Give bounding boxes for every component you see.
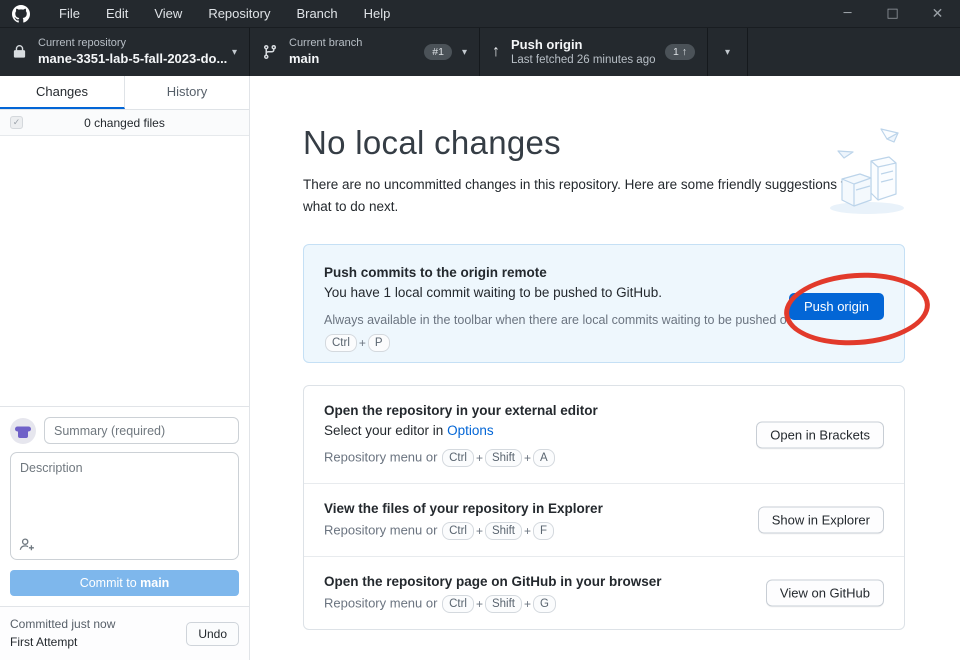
suggestion-card-editor: Open the repository in your external edi…: [304, 386, 904, 484]
close-button[interactable]: ✕: [915, 0, 960, 28]
card-push-shortcut: Ctrl+P: [324, 334, 884, 352]
keycap-ctrl: Ctrl: [442, 595, 474, 613]
commit-to-main-button[interactable]: Commit to main: [10, 570, 239, 596]
suggestion-list: Open the repository in your external edi…: [303, 385, 905, 630]
card-explorer-note: Repository menu or: [324, 523, 441, 538]
no-changes-illustration: [826, 124, 910, 221]
suggestion-card-github: Open the repository page on GitHub in yo…: [304, 557, 904, 629]
chevron-down-icon: ▾: [462, 47, 467, 58]
repository-switcher[interactable]: Current repository mane-3351-lab-5-fall-…: [0, 28, 250, 76]
commit-button-prefix: Commit to: [80, 576, 140, 590]
page-subtitle: There are no uncommitted changes in this…: [303, 174, 863, 217]
push-options-dropdown[interactable]: ▾: [708, 28, 748, 76]
ahead-count-badge: 1 ↑: [665, 44, 695, 60]
minimize-button[interactable]: ─: [825, 0, 870, 28]
menu-item-help[interactable]: Help: [351, 0, 404, 28]
changed-files-row: ✓ 0 changed files: [0, 110, 249, 136]
card-editor-title: Open the repository in your external edi…: [324, 403, 884, 418]
tab-history[interactable]: History: [125, 76, 249, 109]
push-origin-toolbar-button[interactable]: ↑ Push origin Last fetched 26 minutes ag…: [480, 28, 708, 76]
select-all-checkbox[interactable]: ✓: [10, 116, 23, 129]
sidebar-tabs: Changes History: [0, 76, 249, 110]
options-link[interactable]: Options: [447, 423, 494, 438]
window-controls: ─ □ ✕: [825, 0, 960, 28]
menu-bar: File Edit View Repository Branch Help ─ …: [0, 0, 960, 28]
card-github-note: Repository menu or: [324, 596, 441, 611]
last-commit-name: First Attempt: [10, 634, 115, 651]
keycap-shift: Shift: [485, 449, 522, 467]
undo-commit-bar: Committed just now First Attempt Undo: [0, 606, 249, 660]
main-content: No local changes There are no uncommitte…: [250, 76, 960, 660]
keycap-g: G: [533, 595, 556, 613]
key-plus: +: [524, 597, 531, 611]
lock-icon: [12, 44, 27, 60]
key-plus: +: [524, 451, 531, 465]
pull-request-badge: #1: [424, 44, 452, 60]
card-editor-note: Repository menu or: [324, 450, 441, 465]
branch-switcher-text: Current branch main: [289, 37, 362, 67]
show-in-explorer-button[interactable]: Show in Explorer: [758, 507, 884, 534]
commit-form: Commit to main: [0, 406, 249, 606]
commit-status-text: Committed just now: [10, 616, 115, 633]
sidebar: Changes History ✓ 0 changed files Commit…: [0, 76, 250, 660]
keycap-ctrl: Ctrl: [442, 449, 474, 467]
card-editor-body-prefix: Select your editor in: [324, 423, 447, 438]
maximize-button[interactable]: □: [870, 0, 915, 28]
menu-item-edit[interactable]: Edit: [93, 0, 141, 28]
view-on-github-button[interactable]: View on GitHub: [766, 580, 884, 607]
branch-label: Current branch: [289, 37, 362, 51]
person-add-icon: [19, 536, 35, 552]
toolbar-filler: [748, 28, 960, 76]
summary-input[interactable]: [44, 417, 239, 444]
menu-item-view[interactable]: View: [141, 0, 195, 28]
key-plus: +: [476, 451, 483, 465]
repository-name: mane-3351-lab-5-fall-2023-do...: [38, 51, 227, 67]
add-co-authors-button[interactable]: [19, 536, 35, 552]
menu-item-branch[interactable]: Branch: [283, 0, 350, 28]
keycap-f: F: [533, 522, 554, 540]
suggestion-card-explorer: View the files of your repository in Exp…: [304, 484, 904, 557]
avatar: [10, 418, 36, 444]
key-plus: +: [524, 524, 531, 538]
keycap-ctrl: Ctrl: [325, 334, 357, 352]
keycap-p: P: [368, 334, 390, 352]
keycap-shift: Shift: [485, 595, 522, 613]
keycap-ctrl: Ctrl: [442, 522, 474, 540]
keycap-shift: Shift: [485, 522, 522, 540]
push-origin-label: Push origin: [511, 37, 656, 53]
chevron-down-icon: ▾: [232, 47, 237, 58]
repository-switcher-text: Current repository mane-3351-lab-5-fall-…: [38, 37, 227, 67]
branch-switcher[interactable]: Current branch main #1 ▾: [250, 28, 480, 76]
suggestion-card-push: Push commits to the origin remote You ha…: [303, 244, 905, 363]
chevron-down-icon: ▾: [725, 47, 730, 58]
card-editor-shortcut: Repository menu or Ctrl+Shift+A: [324, 449, 884, 467]
undo-button[interactable]: Undo: [186, 622, 239, 646]
keycap-a: A: [533, 449, 555, 467]
last-fetched-status: Last fetched 26 minutes ago: [511, 53, 656, 67]
github-logo-icon: [12, 5, 30, 23]
push-origin-button[interactable]: Push origin: [789, 293, 884, 320]
push-origin-text: Push origin Last fetched 26 minutes ago: [511, 37, 656, 68]
changes-list-empty-area: [0, 136, 249, 406]
toolbar: Current repository mane-3351-lab-5-fall-…: [0, 28, 960, 76]
menu-item-file[interactable]: File: [46, 0, 93, 28]
open-in-brackets-button[interactable]: Open in Brackets: [756, 421, 884, 448]
check-icon: ✓: [13, 118, 21, 127]
tab-changes[interactable]: Changes: [0, 76, 125, 109]
commit-button-branch: main: [140, 576, 169, 590]
menu-item-repository[interactable]: Repository: [195, 0, 283, 28]
key-plus: +: [476, 597, 483, 611]
card-push-title: Push commits to the origin remote: [324, 265, 884, 280]
changed-files-count: 0 changed files: [0, 116, 249, 130]
arrow-up-icon: ↑: [492, 44, 500, 60]
description-input[interactable]: [10, 452, 239, 560]
git-branch-icon: [262, 44, 278, 60]
key-plus: +: [359, 336, 366, 350]
branch-name: main: [289, 51, 362, 67]
repository-label: Current repository: [38, 37, 227, 51]
key-plus: +: [476, 524, 483, 538]
github-desktop-window: { "icons": { "chevron_down": "▾", "arrow…: [0, 0, 960, 660]
